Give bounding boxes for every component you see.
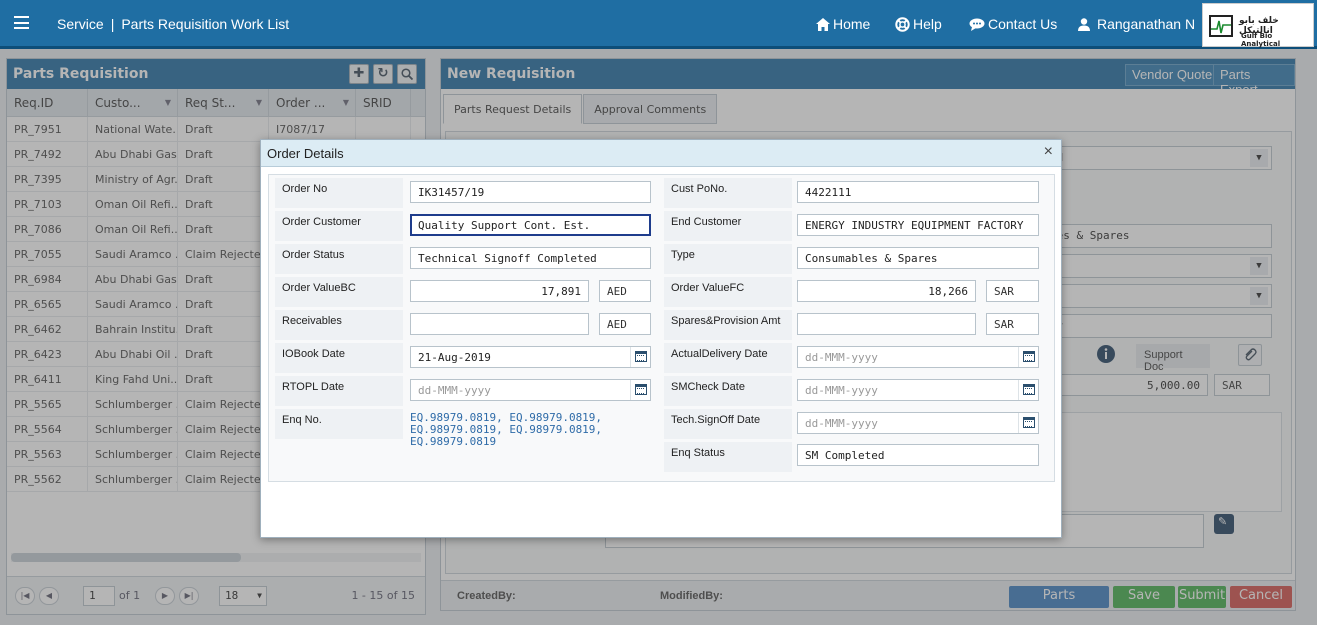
user-icon xyxy=(1078,17,1090,31)
logo-english: Gulf Bio Analytical xyxy=(1241,32,1281,48)
order-value-fc-label: Order ValueFC xyxy=(664,277,792,307)
spares-provision-label: Spares&Provision Amt xyxy=(664,310,792,340)
rtopl-date-label: RTOPL Date xyxy=(275,376,403,406)
actual-delivery-field[interactable]: dd-MMM-yyyy xyxy=(797,346,1039,368)
dialog-body: Order No IK31457/19 Cust PoNo. 4422111 O… xyxy=(268,174,1055,482)
dialog-header: Order Details × xyxy=(261,140,1061,167)
currency-spares-field[interactable]: SAR xyxy=(986,313,1039,335)
order-value-bc-label: Order ValueBC xyxy=(275,277,403,307)
calendar-icon[interactable] xyxy=(630,347,650,367)
receivables-label: Receivables xyxy=(275,310,403,340)
order-value-fc-field[interactable]: 18,266 xyxy=(797,280,976,302)
order-value-bc-field[interactable]: 17,891 xyxy=(410,280,589,302)
spares-provision-field[interactable] xyxy=(797,313,976,335)
tech-signoff-label: Tech.SignOff Date xyxy=(664,409,792,439)
end-customer-label: End Customer xyxy=(664,211,792,241)
order-customer-field[interactable]: Quality Support Cont. Est. xyxy=(410,214,651,236)
breadcrumb: Service | Parts Requisition Work List xyxy=(57,16,289,32)
smcheck-date-label: SMCheck Date xyxy=(664,376,792,406)
order-details-dialog: Order Details × Order No IK31457/19 Cust… xyxy=(260,139,1062,538)
lifebuoy-icon xyxy=(895,16,910,32)
calendar-icon[interactable] xyxy=(1018,380,1038,400)
tech-signoff-field[interactable]: dd-MMM-yyyy xyxy=(797,412,1039,434)
breadcrumb-separator: | xyxy=(110,16,115,32)
close-icon[interactable]: × xyxy=(1044,143,1053,161)
enq-line-3[interactable]: EQ.98979.0819 xyxy=(410,436,602,448)
chat-icon xyxy=(969,18,985,31)
enq-no-links[interactable]: EQ.98979.0819, EQ.98979.0819, EQ.98979.0… xyxy=(410,412,602,448)
receivables-field[interactable] xyxy=(410,313,589,335)
cust-po-field[interactable]: 4422111 xyxy=(797,181,1039,203)
home-link[interactable]: Home xyxy=(816,16,870,32)
calendar-icon[interactable] xyxy=(630,380,650,400)
calendar-icon[interactable] xyxy=(1018,347,1038,367)
order-no-label: Order No xyxy=(275,178,403,208)
cust-po-label: Cust PoNo. xyxy=(664,178,792,208)
order-status-field[interactable]: Technical Signoff Completed xyxy=(410,247,651,269)
top-bar: Service | Parts Requisition Work List Home… xyxy=(0,0,1317,49)
enq-status-label: Enq Status xyxy=(664,442,792,472)
type-label: Type xyxy=(664,244,792,274)
currency-bc-field[interactable]: AED xyxy=(599,280,651,302)
currency-fc-field[interactable]: SAR xyxy=(986,280,1039,302)
enq-no-label: Enq No. xyxy=(275,409,403,439)
rtopl-date-field[interactable]: dd-MMM-yyyy xyxy=(410,379,651,401)
order-customer-label: Order Customer xyxy=(275,211,403,241)
order-status-label: Order Status xyxy=(275,244,403,274)
enq-status-field[interactable]: SM Completed xyxy=(797,444,1039,466)
user-menu[interactable]: Ranganathan N xyxy=(1078,16,1195,32)
contact-link[interactable]: Contact Us xyxy=(969,16,1057,32)
iobook-date-field[interactable]: 21-Aug-2019 xyxy=(410,346,651,368)
type-field[interactable]: Consumables & Spares xyxy=(797,247,1039,269)
logo-mark-icon xyxy=(1209,15,1233,37)
user-name: Ranganathan N xyxy=(1097,16,1196,32)
iobook-date-label: IOBook Date xyxy=(275,343,403,373)
breadcrumb-page: Parts Requisition Work List xyxy=(121,16,290,32)
contact-label: Contact Us xyxy=(988,16,1058,32)
company-logo: خلف بابو انالتيكل Gulf Bio Analytical xyxy=(1202,3,1314,48)
calendar-icon[interactable] xyxy=(1018,413,1038,433)
menu-icon[interactable] xyxy=(14,16,29,29)
dialog-title: Order Details xyxy=(267,146,344,161)
actual-delivery-label: ActualDelivery Date xyxy=(664,343,792,373)
end-customer-field[interactable]: ENERGY INDUSTRY EQUIPMENT FACTORY xyxy=(797,214,1039,236)
help-link[interactable]: Help xyxy=(895,16,942,32)
breadcrumb-service[interactable]: Service xyxy=(57,16,104,32)
currency-receivables-field[interactable]: AED xyxy=(599,313,651,335)
order-no-field[interactable]: IK31457/19 xyxy=(410,181,651,203)
smcheck-date-field[interactable]: dd-MMM-yyyy xyxy=(797,379,1039,401)
home-label: Home xyxy=(833,16,871,32)
help-label: Help xyxy=(913,16,942,32)
home-icon xyxy=(816,17,830,31)
